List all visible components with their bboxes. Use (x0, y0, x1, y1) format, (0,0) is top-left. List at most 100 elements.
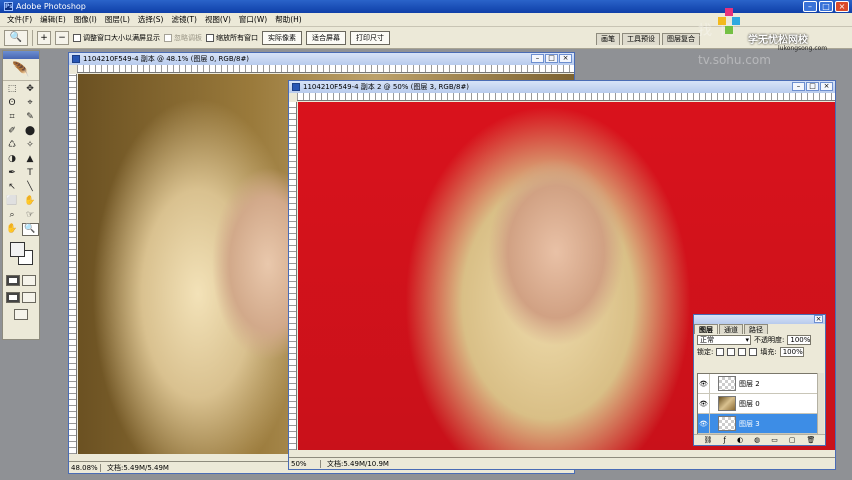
new-layer-icon[interactable]: ▢ (789, 436, 796, 444)
move-tool-icon[interactable]: ✥ (22, 83, 39, 96)
gradient-tool-icon[interactable]: ▲ (22, 153, 39, 166)
zoom-tool-icon[interactable]: 🔍 (21, 223, 39, 236)
tab-paths[interactable]: 路径 (744, 324, 768, 334)
app-title: Adobe Photoshop (16, 2, 86, 11)
blend-mode-select[interactable]: 正常 (697, 335, 751, 345)
doc-minimize-button[interactable]: – (792, 82, 805, 91)
eyedropper-tool-icon[interactable]: ⌕ (4, 209, 21, 222)
path-selection-tool-icon[interactable]: ↖ (4, 181, 21, 194)
slice-tool-icon[interactable]: ✎ (22, 111, 39, 124)
clone-stamp-tool-icon[interactable]: ♺ (4, 139, 21, 152)
doc-close-button[interactable]: × (559, 54, 572, 63)
layer-row[interactable]: 👁 图层 0 (698, 394, 818, 414)
lock-position-icon[interactable] (738, 348, 747, 356)
brush-tool-icon[interactable]: ⬤ (22, 125, 39, 138)
magic-wand-tool-icon[interactable]: ⌖ (22, 97, 39, 110)
menu-select[interactable]: 选择(S) (134, 14, 168, 25)
eraser-tool-icon[interactable]: ◑ (4, 153, 21, 166)
document-size-info[interactable]: 文档:5.49M/10.9M (321, 459, 389, 469)
tab-layers[interactable]: 图层 (694, 324, 718, 334)
toolbox-title-bar[interactable] (3, 51, 39, 59)
hand-pan-tool-icon[interactable]: ✋ (4, 223, 21, 236)
vertical-ruler[interactable] (289, 102, 297, 450)
feather-logo-icon[interactable]: 🪶 (3, 59, 39, 81)
layer-style-icon[interactable]: ƒ (723, 436, 725, 444)
visibility-eye-icon[interactable]: 👁 (698, 394, 710, 413)
document-size-info[interactable]: 文档:5.49M/5.49M (101, 463, 169, 473)
document-title-bar[interactable]: 1104210F549-4 副本 2 @ 50% (图层 3, RGB/8#) … (289, 81, 835, 93)
measure-tool-icon[interactable]: ☞ (22, 209, 39, 222)
visibility-eye-icon[interactable]: 👁 (698, 374, 710, 393)
zoom-level[interactable]: 50% (289, 459, 321, 468)
menu-file[interactable]: 文件(F) (3, 14, 36, 25)
doc-maximize-button[interactable]: □ (545, 54, 558, 63)
palette-close-button[interactable]: × (814, 315, 823, 323)
standard-screen-mode-button[interactable] (6, 292, 20, 303)
line-tool-icon[interactable]: ╲ (22, 181, 39, 194)
menu-edit[interactable]: 编辑(E) (36, 14, 70, 25)
full-screen-menu-mode-button[interactable] (22, 292, 36, 303)
lasso-tool-icon[interactable]: ʘ (4, 97, 21, 110)
separator (32, 29, 33, 46)
type-tool-icon[interactable]: T (22, 167, 39, 180)
document-title: 1104210F549-4 副本 @ 48.1% (图层 0, RGB/8#) (83, 55, 250, 63)
zoom-level[interactable]: 48.08% (69, 463, 101, 472)
fill-input[interactable]: 100% (779, 347, 804, 357)
layer-list-scrollbar[interactable] (817, 373, 824, 435)
standard-mode-button[interactable] (6, 275, 20, 286)
checkbox-label: 忽略调板 (174, 33, 202, 42)
vertical-ruler[interactable] (69, 74, 77, 454)
lock-all-icon[interactable] (749, 348, 758, 356)
actual-pixels-button[interactable]: 实际像素 (262, 30, 302, 45)
lock-transparency-icon[interactable] (716, 348, 725, 356)
opacity-label: 不透明度: (754, 336, 785, 344)
marquee-tool-icon[interactable]: ⬚ (4, 83, 21, 96)
zoom-out-button[interactable]: − (55, 30, 69, 45)
palette-well-tab-tool-presets[interactable]: 工具预设 (622, 33, 660, 45)
hand-tool-icon[interactable]: ✋ (22, 195, 39, 208)
palette-title-bar[interactable]: × (694, 315, 825, 324)
document-title-bar[interactable]: 1104210F549-4 副本 @ 48.1% (图层 0, RGB/8#) … (69, 53, 574, 65)
quick-mask-mode-button[interactable] (22, 275, 36, 286)
opacity-input[interactable]: 100% (787, 335, 812, 345)
tool-preset-picker[interactable]: 🔍 (4, 29, 28, 46)
healing-brush-tool-icon[interactable]: ✐ (4, 125, 21, 138)
menu-layer[interactable]: 图层(L) (101, 14, 134, 25)
palette-well-tab-brushes[interactable]: 画笔 (596, 33, 620, 45)
pen-tool-icon[interactable]: ✒ (4, 167, 21, 180)
new-group-icon[interactable]: ▭ (771, 436, 778, 444)
adjustment-layer-icon[interactable]: ◍ (754, 436, 760, 444)
screen-mode-row (3, 289, 39, 306)
jump-to-imageready-button[interactable] (14, 309, 28, 320)
resize-window-checkbox[interactable]: 调整窗口大小以满屏显示 (73, 33, 160, 43)
notes-tool-icon[interactable]: ⬜ (4, 195, 21, 208)
horizontal-ruler[interactable] (297, 93, 835, 101)
crop-tool-icon[interactable]: ⌗ (4, 111, 21, 124)
history-brush-tool-icon[interactable]: ✧ (22, 139, 39, 152)
fit-screen-button[interactable]: 适合屏幕 (306, 30, 346, 45)
layer-row-selected[interactable]: 👁 图层 3 (698, 414, 818, 434)
zoom-all-windows-checkbox[interactable]: 缩放所有窗口 (206, 33, 258, 43)
tab-channels[interactable]: 通道 (719, 324, 743, 334)
delete-layer-icon[interactable]: 🗑 (807, 436, 816, 444)
layer-row[interactable]: 👁 图层 2 (698, 374, 818, 394)
visibility-eye-icon[interactable]: 👁 (698, 414, 710, 433)
watermark-logo-icon (718, 8, 740, 34)
menu-help[interactable]: 帮助(H) (271, 14, 306, 25)
print-size-button[interactable]: 打印尺寸 (350, 30, 390, 45)
doc-maximize-button[interactable]: □ (806, 82, 819, 91)
doc-minimize-button[interactable]: – (531, 54, 544, 63)
link-layers-icon[interactable]: ⛓ (704, 436, 713, 444)
zoom-in-button[interactable]: + (37, 30, 51, 45)
menu-filter[interactable]: 滤镜(T) (168, 14, 201, 25)
horizontal-ruler[interactable] (77, 65, 574, 73)
menu-view[interactable]: 视图(V) (201, 14, 235, 25)
palette-well-tab-layer-comps[interactable]: 图层复合 (662, 33, 700, 45)
foreground-color-swatch[interactable] (10, 242, 25, 257)
layer-thumbnail (718, 376, 736, 391)
menu-window[interactable]: 窗口(W) (235, 14, 271, 25)
menu-image[interactable]: 图像(I) (70, 14, 101, 25)
layer-mask-icon[interactable]: ◐ (737, 436, 743, 444)
doc-close-button[interactable]: × (820, 82, 833, 91)
lock-image-icon[interactable] (727, 348, 736, 356)
